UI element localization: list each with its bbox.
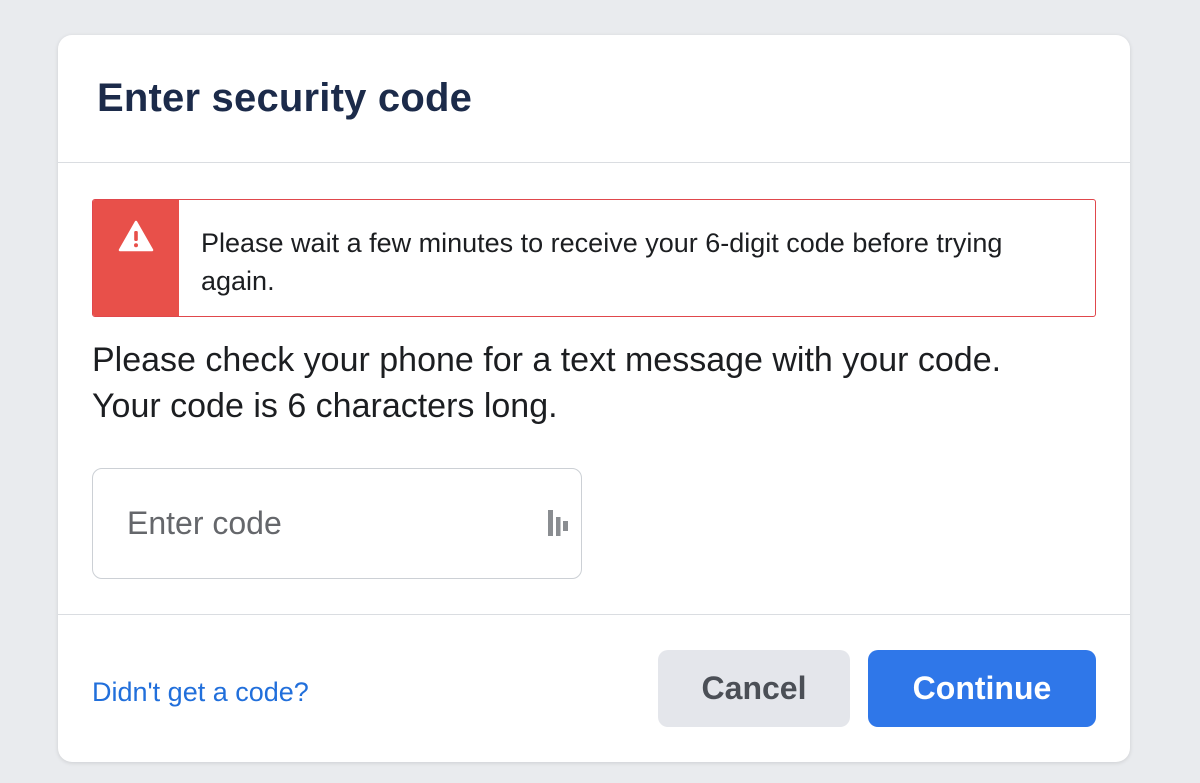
error-alert: Please wait a few minutes to receive you… bbox=[92, 199, 1096, 317]
cancel-button[interactable]: Cancel bbox=[658, 650, 850, 727]
instructions-line-1: Please check your phone for a text messa… bbox=[92, 341, 1002, 379]
didnt-get-code-link[interactable]: Didn't get a code? bbox=[92, 677, 309, 708]
alert-icon-box bbox=[93, 200, 179, 316]
code-field bbox=[92, 468, 582, 579]
continue-button[interactable]: Continue bbox=[868, 650, 1096, 727]
security-code-dialog: Enter security code Please wait a few mi… bbox=[58, 35, 1130, 762]
instructions-line-2: Your code is 6 characters long. bbox=[92, 387, 558, 425]
dialog-title: Enter security code bbox=[97, 76, 473, 120]
password-manager-icon[interactable] bbox=[547, 507, 571, 539]
dialog-body: Please wait a few minutes to receive you… bbox=[58, 163, 1130, 615]
code-input[interactable] bbox=[127, 469, 527, 577]
dialog-footer: Didn't get a code? Cancel Continue bbox=[58, 615, 1130, 762]
instructions-text: Please check your phone for a text messa… bbox=[92, 337, 1102, 429]
alert-message: Please wait a few minutes to receive you… bbox=[201, 228, 1003, 296]
warning-icon bbox=[118, 220, 154, 252]
dialog-header: Enter security code bbox=[58, 35, 1130, 163]
